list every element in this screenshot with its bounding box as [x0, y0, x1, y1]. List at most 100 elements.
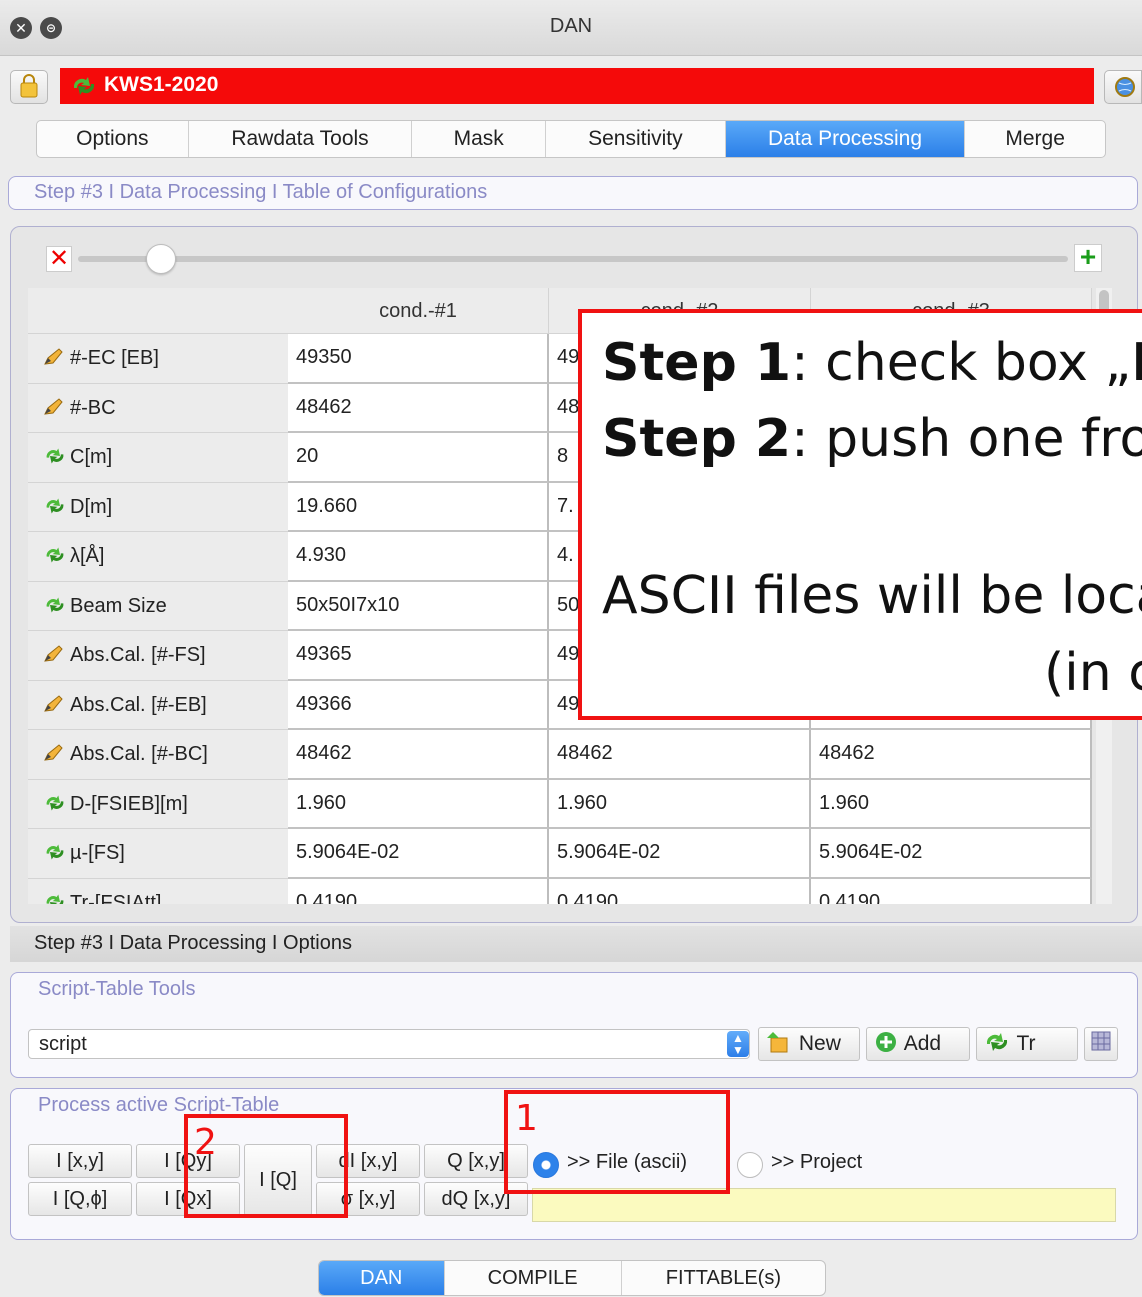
- row-header[interactable]: #-EC [EB]: [28, 334, 288, 384]
- row-label: Tr-[FSIAtt]: [70, 891, 162, 905]
- pencil-icon: [44, 744, 63, 761]
- callout-step2-text: : push one fro: [791, 409, 1142, 469]
- recycle-icon: [46, 547, 64, 563]
- globe-button[interactable]: [1104, 70, 1142, 104]
- table-cell[interactable]: 0.4190: [811, 878, 1092, 904]
- lock-button[interactable]: [10, 70, 48, 104]
- table-cell[interactable]: 1.960: [811, 779, 1092, 829]
- table-cell[interactable]: 49350: [288, 334, 549, 384]
- script-select[interactable]: script: [28, 1029, 750, 1059]
- row-label: Abs.Cal. [#-BC]: [70, 743, 208, 765]
- row-header[interactable]: Abs.Cal. [#-BC]: [28, 730, 288, 780]
- remove-column-icon[interactable]: ✕: [46, 246, 72, 272]
- callout-step2-bold: Step 2: [602, 409, 792, 469]
- tab-options[interactable]: Options: [37, 121, 189, 157]
- tab-merge[interactable]: Merge: [965, 121, 1105, 157]
- recycle-icon: [986, 1033, 1008, 1051]
- new-script-button[interactable]: New: [758, 1027, 860, 1061]
- table-cell[interactable]: 1.960: [288, 779, 549, 829]
- tab-sensitivity[interactable]: Sensitivity: [546, 121, 726, 157]
- script-settings-button[interactable]: [1084, 1027, 1118, 1061]
- tab-fittables[interactable]: FITTABLE(s): [622, 1261, 825, 1295]
- table-cell[interactable]: 19.660: [288, 482, 549, 532]
- row-header[interactable]: C[m]: [28, 433, 288, 483]
- bottom-tabs: DAN COMPILE FITTABLE(s): [318, 1260, 826, 1296]
- chevron-updown-icon[interactable]: ▲ ▼: [727, 1031, 749, 1057]
- lock-icon: [20, 74, 38, 98]
- callout-step1-line: Step 1: check box „Fi: [602, 333, 1142, 393]
- table-cell[interactable]: 48462: [811, 730, 1092, 780]
- recycle-icon: [46, 448, 64, 464]
- tab-rawdata-tools[interactable]: Rawdata Tools: [189, 121, 413, 157]
- tr-script-button[interactable]: Tr: [976, 1027, 1078, 1061]
- row-header[interactable]: Tr-[FSIAtt]: [28, 878, 288, 905]
- table-cell[interactable]: 49365: [288, 631, 549, 681]
- table-cell[interactable]: 20: [288, 433, 549, 483]
- add-circle-icon: [876, 1032, 896, 1052]
- table-cell[interactable]: 48462: [549, 730, 811, 780]
- table-cell[interactable]: 0.4190: [549, 878, 811, 904]
- tab-compile[interactable]: COMPILE: [445, 1261, 622, 1295]
- instruction-callout: Step 1: check box „Fi Step 2: push one f…: [578, 309, 1142, 720]
- row-header[interactable]: λ[Å]: [28, 532, 288, 582]
- recycle-icon: [46, 795, 64, 810]
- pencil-icon: [44, 397, 63, 415]
- add-script-button[interactable]: Add: [866, 1027, 970, 1061]
- table-cell[interactable]: 48462: [288, 730, 549, 780]
- recycle-icon: [46, 597, 64, 612]
- row-label: D-[FSIEB][m]: [70, 792, 188, 815]
- project-radio-label[interactable]: >> Project: [771, 1151, 862, 1174]
- table-cell[interactable]: 50x50I7x10: [288, 581, 549, 631]
- row-header[interactable]: D-[FSIEB][m]: [28, 779, 288, 829]
- row-label: Beam Size: [70, 594, 167, 617]
- row-header[interactable]: µ-[FS]: [28, 829, 288, 879]
- column-slider-track[interactable]: [78, 256, 1068, 262]
- table-cell[interactable]: 0.4190: [288, 878, 549, 904]
- table-row: µ-[FS] 5.9064E-02 5.9064E-02 5.9064E-02: [28, 829, 1092, 879]
- row-header[interactable]: Beam Size: [28, 581, 288, 631]
- callout-step1-text: : check box „: [791, 333, 1132, 393]
- i-xy-button[interactable]: I [x,y]: [28, 1144, 132, 1178]
- row-header[interactable]: #-BC: [28, 383, 288, 433]
- table-cell[interactable]: 4.930: [288, 532, 549, 582]
- tab-mask[interactable]: Mask: [412, 121, 547, 157]
- column-header-cond-1[interactable]: cond.-#1: [288, 288, 549, 334]
- pencil-icon: [44, 645, 63, 662]
- marker-number-1: 1: [515, 1098, 538, 1139]
- recycle-icon: [73, 77, 95, 95]
- pencil-icon: [44, 694, 63, 712]
- globe-icon: [1115, 77, 1135, 97]
- row-header[interactable]: Abs.Cal. [#-FS]: [28, 631, 288, 681]
- callout-step2-line: Step 2: push one fro: [602, 409, 1142, 469]
- add-column-icon[interactable]: +: [1074, 243, 1102, 272]
- callout-step1-tail: Fi: [1131, 333, 1142, 393]
- table-row: D-[FSIEB][m] 1.960 1.960 1.960: [28, 779, 1092, 829]
- table-cell[interactable]: 5.9064E-02: [549, 829, 811, 879]
- row-label: #-BC: [70, 396, 116, 419]
- table-cell[interactable]: 5.9064E-02: [811, 829, 1092, 879]
- table-settings-icon: [1091, 1031, 1111, 1051]
- callout-ascii-line: ASCII files will be loca: [602, 566, 1142, 626]
- row-label: #-EC [EB]: [70, 347, 159, 369]
- table-cell[interactable]: 48462: [288, 383, 549, 433]
- i-q-phi-button[interactable]: I [Q,ϕ]: [28, 1182, 132, 1216]
- script-tools-label: Script-Table Tools: [38, 978, 196, 1000]
- add-label: Add: [903, 1032, 942, 1055]
- column-slider-handle[interactable]: [146, 244, 176, 274]
- recycle-icon: [46, 894, 64, 904]
- tab-dan[interactable]: DAN: [319, 1261, 445, 1295]
- row-header[interactable]: D[m]: [28, 482, 288, 532]
- main-tabs: Options Rawdata Tools Mask Sensitivity D…: [36, 120, 1106, 158]
- table-cell[interactable]: 1.960: [549, 779, 811, 829]
- row-label: C[m]: [70, 446, 113, 468]
- tab-data-processing[interactable]: Data Processing: [725, 121, 966, 157]
- row-label: Abs.Cal. [#-FS]: [70, 644, 206, 666]
- table-cell[interactable]: 49366: [288, 680, 549, 730]
- row-header[interactable]: Abs.Cal. [#-EB]: [28, 680, 288, 730]
- row-label: D[m]: [70, 495, 113, 518]
- row-label: µ-[FS]: [70, 842, 125, 864]
- marker-number-2: 2: [194, 1122, 217, 1163]
- options-step-label: Step #3 I Data Processing I Options: [34, 932, 352, 954]
- table-cell[interactable]: 5.9064E-02: [288, 829, 549, 879]
- project-radio[interactable]: [737, 1152, 763, 1178]
